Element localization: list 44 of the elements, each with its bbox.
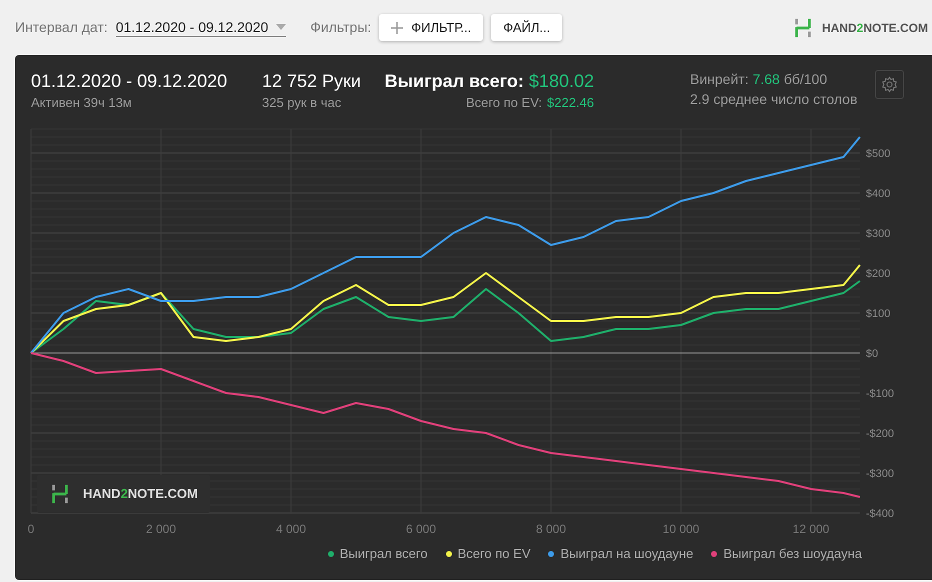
y-axis-label: $400 (866, 188, 890, 200)
date-range-dropdown[interactable]: 01.12.2020 - 09.12.2020 (116, 18, 286, 36)
hands-per-hour: 325 рук в час (262, 94, 342, 112)
date-range: 01.12.2020 - 09.12.2020 (31, 70, 228, 93)
legend-label[interactable]: Выиграл всего (340, 544, 428, 564)
ev-total-label: Всего по EV: (466, 94, 542, 112)
logo-text: HAND2NOTE.COM (822, 20, 928, 36)
y-axis-label: $0 (866, 348, 878, 360)
y-axis-label: -$400 (866, 508, 894, 520)
plus-icon (391, 22, 404, 34)
y-axis-label: -$300 (866, 468, 894, 480)
y-axis-label: $500 (866, 148, 890, 160)
winrate-label: Винрейт: (690, 70, 749, 89)
tables-count: 2.9 среднее число столов (690, 90, 858, 109)
x-axis-label: 4 000 (276, 522, 306, 536)
y-axis-label: $100 (866, 308, 890, 320)
legend-label[interactable]: Всего по EV (458, 544, 530, 564)
active-time: Активен 39ч 13м (31, 94, 133, 112)
filter-button[interactable]: ФИЛЬТР... (379, 14, 484, 41)
y-axis-label: $300 (866, 228, 890, 240)
won-total-label: Выиграл всего: (384, 70, 524, 93)
x-axis-label: 6 000 (406, 522, 436, 536)
filter-button[interactable]: ФАЙЛ... (491, 14, 562, 41)
x-axis-label: 2 000 (146, 522, 176, 536)
logo-icon (49, 483, 71, 505)
date-label: Интервал дат: (15, 18, 108, 37)
filters-label: Фильтры: (310, 18, 372, 37)
settings-icon (881, 76, 898, 93)
logo-text: HAND2NOTE.COM (83, 485, 198, 504)
x-axis-label: 10 000 (662, 522, 700, 536)
y-axis-label: -$200 (866, 428, 894, 440)
won-total-value: $180.02 (528, 70, 594, 93)
x-axis-label: 0 (28, 522, 34, 536)
winrate-value: 7.68 (752, 70, 780, 89)
x-axis-label: 8 000 (536, 522, 566, 536)
legend-label[interactable]: Выиграл на шоудауне (560, 544, 694, 564)
winrate-unit: бб/100 (784, 70, 828, 89)
caret-icon (276, 24, 286, 30)
ev-total-value: $222.46 (547, 94, 594, 112)
x-axis-label: 12 000 (792, 522, 830, 536)
legend-label[interactable]: Выиграл без шоудауна (723, 544, 862, 564)
y-axis-label: -$100 (866, 388, 894, 400)
settings-button[interactable] (875, 70, 904, 99)
y-axis-label: $200 (866, 268, 890, 280)
